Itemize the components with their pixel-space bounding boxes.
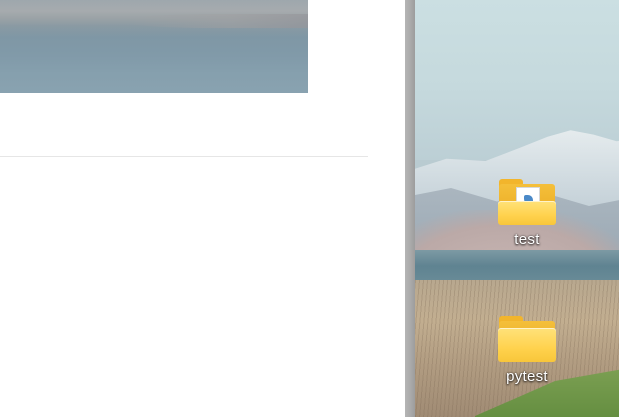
- folder-icon: [498, 316, 556, 362]
- window-border[interactable]: [405, 0, 415, 417]
- desktop-icon-label: pytest: [506, 368, 548, 385]
- divider: [0, 156, 368, 157]
- wallpaper-preview-image: [0, 0, 308, 93]
- folder-with-python-file-icon: [498, 179, 556, 225]
- desktop-icon-test[interactable]: test: [482, 179, 572, 248]
- desktop-icon-label: test: [514, 231, 540, 248]
- desktop-wallpaper: test pytest: [415, 0, 619, 417]
- screen: test pytest: [0, 0, 619, 417]
- app-window-content: [0, 0, 405, 417]
- desktop-icon-pytest[interactable]: pytest: [482, 316, 572, 385]
